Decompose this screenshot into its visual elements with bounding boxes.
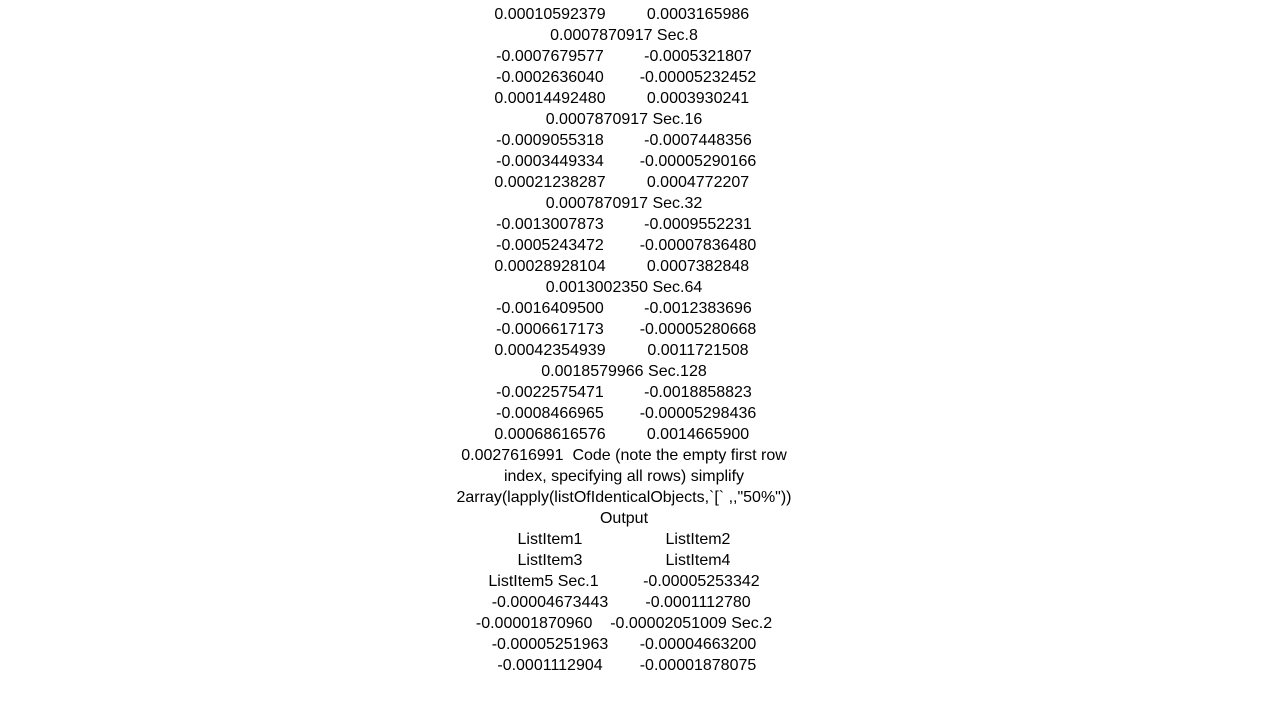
data-pair: -0.0007679577 -0.0005321807 (444, 46, 804, 67)
data-pair: -0.0013007873 -0.0009552231 (444, 214, 804, 235)
value-left: -0.0008466965 (490, 403, 610, 424)
value-right: -0.0012383696 (638, 298, 758, 319)
value-left: 0.00021238287 (490, 172, 610, 193)
section-header: 0.0007870917 Sec.8 (444, 25, 804, 46)
section-label: Sec.128 (644, 363, 707, 380)
value-left: -0.0009055318 (490, 130, 610, 151)
value-right: 0.0003165986 (638, 4, 758, 25)
text-line: ListItem5 Sec.1 -0.00005253342 (444, 571, 804, 592)
data-pair: -0.00005251963 -0.00004663200 (444, 634, 804, 655)
value-right: 0.0007382848 (638, 256, 758, 277)
data-pair: 0.00068616576 0.0014665900 (444, 424, 804, 445)
data-pair: 0.00014492480 0.0003930241 (444, 88, 804, 109)
section-value: 0.0007870917 (550, 27, 652, 44)
data-pair: -0.0022575471 -0.0018858823 (444, 382, 804, 403)
text-line: 0.0027616991 Code (note the empty first … (444, 445, 804, 529)
value-right: -0.0007448356 (638, 130, 758, 151)
section-value: 0.0018579966 (541, 363, 643, 380)
value-left: 0.00028928104 (490, 256, 610, 277)
value-right: ListItem2 (638, 529, 758, 550)
value-right: -0.0009552231 (638, 214, 758, 235)
value-left: -0.0003449334 (490, 151, 610, 172)
value-left: -0.0007679577 (490, 46, 610, 67)
data-pair: -0.0006617173 -0.00005280668 (444, 319, 804, 340)
data-pair: 0.00028928104 0.0007382848 (444, 256, 804, 277)
section-value: 0.0013002350 (546, 279, 648, 296)
value-left: ListItem1 (490, 529, 610, 550)
value-right: -0.00001878075 (638, 655, 758, 676)
value-left: -0.0005243472 (490, 235, 610, 256)
value-left: -0.0013007873 (490, 214, 610, 235)
data-pair: ListItem1 ListItem2 (444, 529, 804, 550)
value-right: -0.00005232452 (638, 67, 758, 88)
value-right: -0.00005290166 (638, 151, 758, 172)
value-left: -0.00004673443 (490, 592, 610, 613)
value-left: 0.00014492480 (490, 88, 610, 109)
section-value: 0.0007870917 (546, 195, 648, 212)
value-right: -0.00005298436 (638, 403, 758, 424)
data-pair: -0.00004673443 -0.0001112780 (444, 592, 804, 613)
value-right: 0.0004772207 (638, 172, 758, 193)
value-right: ListItem4 (638, 550, 758, 571)
data-pair: 0.00010592379 0.0003165986 (444, 4, 804, 25)
value-left: -0.0022575471 (490, 382, 610, 403)
section-header: 0.0007870917 Sec.32 (444, 193, 804, 214)
value-right: 0.0003930241 (638, 88, 758, 109)
data-pair: 0.00042354939 0.0011721508 (444, 340, 804, 361)
section-header: 0.0007870917 Sec.16 (444, 109, 804, 130)
section-header: 0.0018579966 Sec.128 (444, 361, 804, 382)
value-left: ListItem3 (490, 550, 610, 571)
data-pair: ListItem3 ListItem4 (444, 550, 804, 571)
value-left: 0.00010592379 (490, 4, 610, 25)
data-pair: 0.00021238287 0.0004772207 (444, 172, 804, 193)
value-left: -0.0001112904 (490, 655, 610, 676)
value-left: -0.0002636040 (490, 67, 610, 88)
value-right: -0.00004663200 (638, 634, 758, 655)
text-column: 0.000105923790.00031659860.0007870917 Se… (444, 4, 804, 676)
data-pair: -0.0016409500 -0.0012383696 (444, 298, 804, 319)
section-label: Sec.16 (648, 111, 702, 128)
section-label: Sec.8 (652, 27, 697, 44)
text-line: -0.00001870960 -0.00002051009 Sec.2 (444, 613, 804, 634)
data-pair: -0.0008466965 -0.00005298436 (444, 403, 804, 424)
data-pair: -0.0009055318 -0.0007448356 (444, 130, 804, 151)
value-right: -0.00007836480 (638, 235, 758, 256)
section-label: Sec.32 (648, 195, 702, 212)
section-value: 0.0007870917 (546, 111, 648, 128)
section-header: 0.0013002350 Sec.64 (444, 277, 804, 298)
section-label: Sec.64 (648, 279, 702, 296)
data-pair: -0.0001112904 -0.00001878075 (444, 655, 804, 676)
data-pair: -0.0003449334 -0.00005290166 (444, 151, 804, 172)
value-right: -0.0005321807 (638, 46, 758, 67)
data-pair: -0.0005243472 -0.00007836480 (444, 235, 804, 256)
value-right: 0.0014665900 (638, 424, 758, 445)
value-right: -0.00005280668 (638, 319, 758, 340)
value-left: 0.00042354939 (490, 340, 610, 361)
page-viewport: 0.000105923790.00031659860.0007870917 Se… (0, 0, 1280, 720)
value-left: -0.0016409500 (490, 298, 610, 319)
value-right: -0.0018858823 (638, 382, 758, 403)
value-left: -0.00005251963 (490, 634, 610, 655)
value-right: -0.0001112780 (638, 592, 758, 613)
value-left: 0.00068616576 (490, 424, 610, 445)
data-pair: -0.0002636040 -0.00005232452 (444, 67, 804, 88)
value-right: 0.0011721508 (638, 340, 758, 361)
value-left: -0.0006617173 (490, 319, 610, 340)
